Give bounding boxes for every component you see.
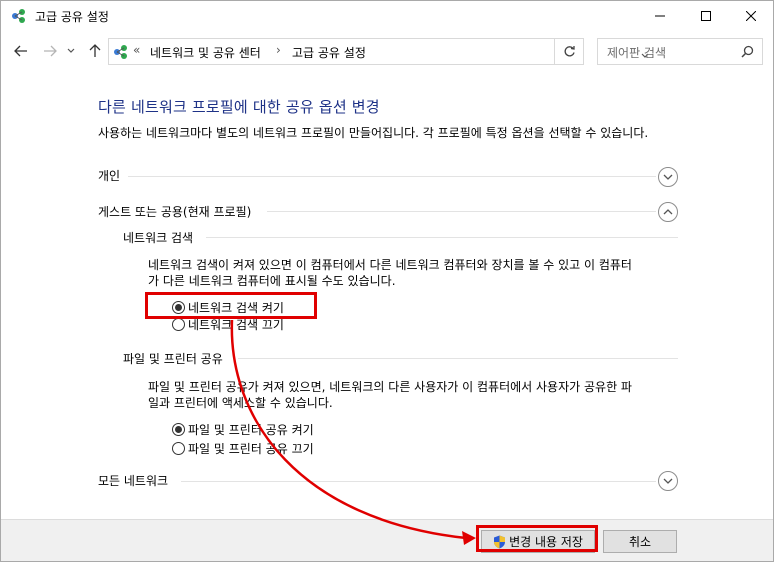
network-discovery-text-line1: 네트워크 검색이 켜져 있으면 이 컴퓨터에서 다른 네트워크 컴퓨터와 장치를… (148, 258, 632, 272)
footer-bar: 변경 내용 저장 취소 (1, 519, 773, 561)
radio-button-selected[interactable] (172, 422, 185, 436)
chevron-down-icon (663, 174, 673, 180)
title-bar: 고급 공유 설정 (1, 1, 773, 31)
chevron-up-icon (663, 209, 673, 215)
advanced-sharing-window: 고급 공유 설정 « 네트워크 및 공유 센터 › 고급 공유 설정 제어판 검… (0, 0, 774, 562)
file-sharing-text-line2: 일과 프린터에 액세스할 수 있습니다. (148, 396, 333, 410)
back-arrow-icon (14, 45, 27, 57)
forward-arrow-icon (44, 45, 57, 57)
search-input[interactable]: 제어판 검색 (597, 38, 763, 65)
recent-locations-button[interactable] (64, 41, 78, 61)
file-sharing-on-radio[interactable]: 파일 및 프린터 공유 켜기 (172, 421, 314, 437)
page-description: 사용하는 네트워크마다 별도의 네트워크 프로필이 만들어집니다. 각 프로필에… (98, 126, 649, 140)
highlight-save-button (476, 525, 598, 552)
subsection-divider (238, 358, 678, 359)
breadcrumb-advanced-sharing[interactable]: 고급 공유 설정 (292, 44, 366, 61)
expand-all-networks-button[interactable] (658, 471, 678, 491)
network-discovery-heading: 네트워크 검색 (123, 231, 194, 245)
radio-button[interactable] (172, 317, 185, 331)
chevron-down-icon (67, 48, 75, 53)
page-title: 다른 네트워크 프로필에 대한 공유 옵션 변경 (98, 98, 380, 116)
file-sharing-off-label[interactable]: 파일 및 프린터 공유 끄기 (188, 440, 314, 457)
back-button[interactable] (11, 41, 31, 61)
file-sharing-off-radio[interactable]: 파일 및 프린터 공유 끄기 (172, 440, 314, 456)
breadcrumb-separator[interactable]: › (276, 43, 281, 57)
cancel-label[interactable]: 취소 (629, 533, 651, 550)
breadcrumb-overflow[interactable]: « (133, 43, 140, 57)
cancel-button[interactable]: 취소 (603, 530, 677, 553)
section-all-networks-label[interactable]: 모든 네트워크 (98, 472, 168, 489)
search-icon (741, 45, 754, 58)
content-area: 다른 네트워크 프로필에 대한 공유 옵션 변경 사용하는 네트워크마다 별도의… (1, 71, 773, 519)
chevron-down-icon (663, 478, 673, 484)
up-button[interactable] (85, 41, 105, 61)
search-placeholder: 제어판 검색 (607, 46, 667, 60)
collapse-guest-button[interactable] (658, 202, 678, 222)
minimize-icon (655, 15, 665, 17)
file-sharing-text-line1: 파일 및 프린터 공유가 켜져 있으면, 네트워크의 다른 사용자가 이 컴퓨터… (148, 380, 632, 394)
window-title: 고급 공유 설정 (35, 10, 109, 24)
network-icon (113, 44, 131, 60)
network-icon (11, 8, 29, 24)
section-divider (267, 211, 656, 212)
refresh-icon (564, 46, 575, 57)
network-discovery-text-line2: 가 다른 네트워크 컴퓨터에 표시될 수도 있습니다. (148, 274, 396, 288)
section-guest-label[interactable]: 게스트 또는 공용(현재 프로필) (98, 203, 251, 220)
forward-button[interactable] (40, 41, 60, 61)
expand-private-button[interactable] (658, 167, 678, 187)
highlight-network-discovery-on (145, 292, 317, 319)
close-button[interactable] (728, 1, 774, 31)
close-icon (746, 11, 756, 21)
breadcrumb-network-center[interactable]: 네트워크 및 공유 센터 (150, 44, 261, 61)
up-arrow-icon (89, 44, 101, 57)
subsection-divider (206, 237, 678, 238)
navigation-bar: « 네트워크 및 공유 센터 › 고급 공유 설정 제어판 검색 (1, 31, 773, 71)
maximize-button[interactable] (683, 1, 729, 31)
minimize-button[interactable] (637, 1, 683, 31)
section-divider (128, 176, 656, 177)
section-divider (181, 481, 656, 482)
radio-button[interactable] (172, 441, 185, 455)
refresh-button[interactable] (555, 38, 584, 65)
file-sharing-heading: 파일 및 프린터 공유 (123, 352, 223, 366)
address-bar[interactable]: « 네트워크 및 공유 센터 › 고급 공유 설정 (108, 38, 649, 65)
maximize-icon (701, 11, 711, 21)
file-sharing-on-label[interactable]: 파일 및 프린터 공유 켜기 (188, 421, 314, 438)
section-private-label[interactable]: 개인 (98, 167, 120, 184)
